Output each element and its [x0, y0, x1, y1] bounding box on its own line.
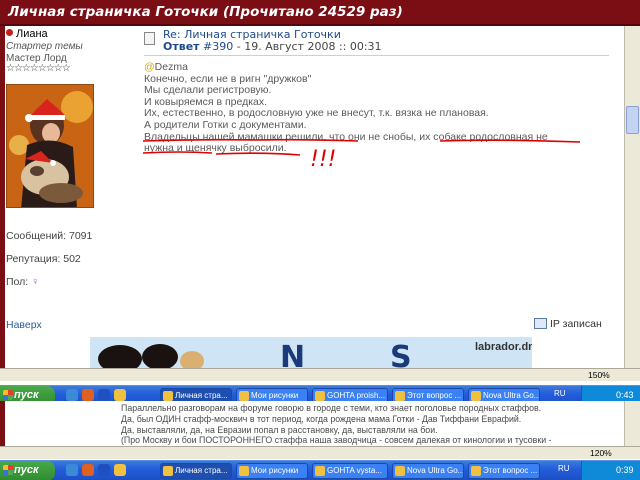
- zoom-level[interactable]: 150%: [588, 370, 610, 380]
- underline-mark: [142, 138, 359, 142]
- windows-logo-icon: [3, 465, 13, 475]
- task-button[interactable]: Личная стра...: [160, 463, 232, 479]
- status-bar: 150%: [0, 368, 640, 381]
- word-icon[interactable]: [98, 389, 110, 401]
- task-button[interactable]: Nova Ultra Go...: [392, 463, 464, 479]
- task-button[interactable]: Этот вопрос ...: [468, 463, 540, 479]
- lower-post-line: (Про Москву и бои ПОСТОРОННЕГО стаффа на…: [121, 435, 552, 446]
- clock: 0:39: [616, 465, 634, 475]
- ie-icon[interactable]: [66, 389, 78, 401]
- taskbar-bottom: пуск Личная стра... Мои рисунки GOHTA vy…: [0, 460, 640, 480]
- windows-logo-icon: [3, 390, 13, 400]
- opera-icon[interactable]: [82, 464, 94, 476]
- clock: 0:43: [616, 390, 634, 400]
- task-button[interactable]: Мои рисунки: [236, 463, 308, 479]
- system-tray: 0:39: [581, 461, 640, 480]
- opera-icon[interactable]: [82, 389, 94, 401]
- task-button[interactable]: GOHTA vysta...: [312, 463, 388, 479]
- lower-post-body: Параллельно разговорам на форуме говорю …: [121, 403, 621, 446]
- language-indicator[interactable]: RU: [558, 464, 570, 473]
- underline-mark: [439, 139, 581, 143]
- word-icon[interactable]: [98, 464, 110, 476]
- status-bar-bottom: 120%: [0, 446, 640, 459]
- folder-icon[interactable]: [114, 464, 126, 476]
- ip-icon: [534, 318, 547, 329]
- lower-post-line: Параллельно разговорам на форуме говорю …: [121, 403, 542, 413]
- start-button-bottom[interactable]: пуск: [0, 461, 55, 480]
- svg-text:S: S: [390, 340, 412, 368]
- exclamation-annotation: !!!: [310, 147, 336, 172]
- lower-post-line: Да, был ОДИН стафф-москвич в тот период,…: [121, 413, 522, 424]
- folder-icon[interactable]: [114, 389, 126, 401]
- ip-recorded-label: IP записан: [550, 318, 602, 330]
- svg-text:N: N: [280, 340, 305, 368]
- lower-post-line: Да, выставляли, да, на Евразии попал в р…: [121, 424, 438, 435]
- ad-banner[interactable]: N S labrador.dn.ua: [90, 337, 532, 368]
- banner-graphic: N S: [90, 337, 532, 368]
- banner-text: labrador.dn.ua: [475, 341, 532, 353]
- lower-scrollbar[interactable]: [624, 401, 640, 446]
- zoom-level-bottom[interactable]: 120%: [590, 448, 612, 458]
- language-indicator[interactable]: RU: [554, 389, 566, 398]
- ie-icon[interactable]: [66, 464, 78, 476]
- underline-mark: [142, 151, 213, 154]
- underline-mark: [215, 152, 301, 156]
